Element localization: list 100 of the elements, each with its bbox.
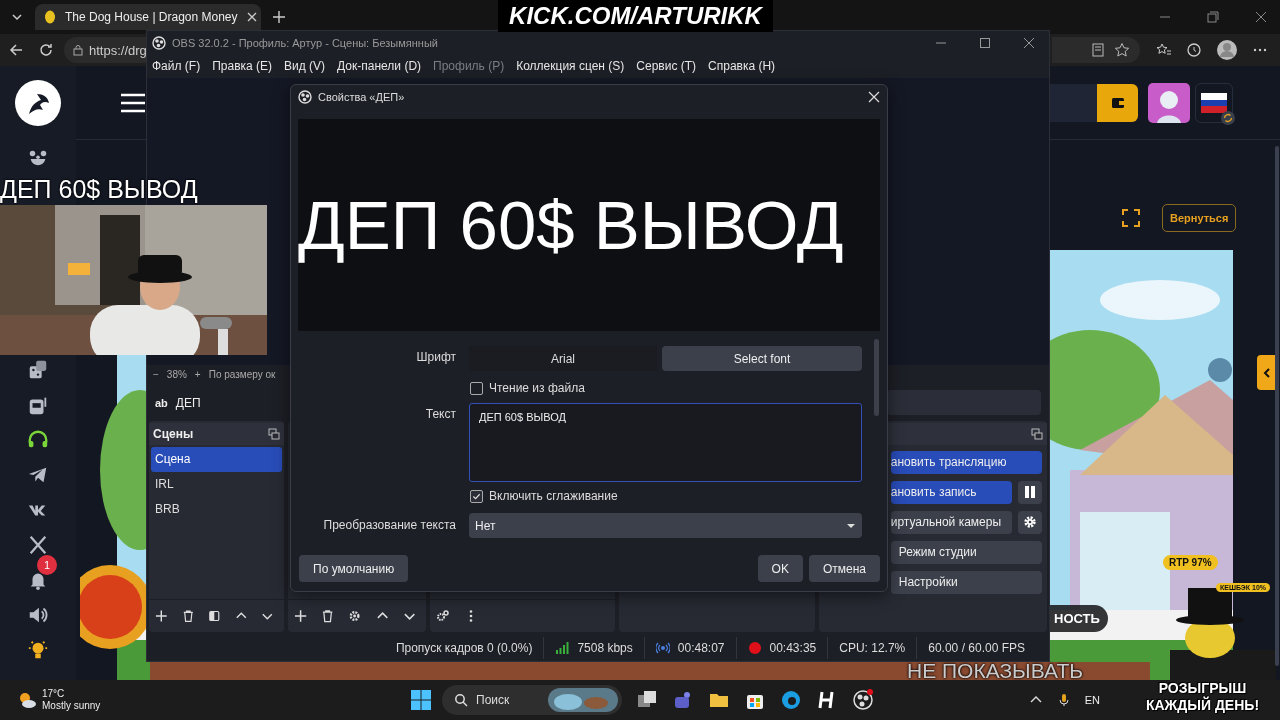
transform-dropdown[interactable]: Нет xyxy=(469,513,862,538)
preview-text: ДЕП 60$ ВЫВОД xyxy=(298,185,844,265)
zoom-out-button[interactable]: − xyxy=(153,369,159,381)
menu-icon[interactable] xyxy=(121,92,145,113)
settings-icon[interactable] xyxy=(348,608,362,623)
back-button[interactable]: Вернуться xyxy=(1162,204,1237,232)
undock-icon[interactable] xyxy=(1031,427,1043,440)
field-label: Шрифт xyxy=(415,349,456,366)
russia-flag-icon xyxy=(1201,92,1227,113)
maximize-icon[interactable] xyxy=(979,36,991,49)
checkbox[interactable] xyxy=(470,381,483,395)
profile-icon[interactable] xyxy=(1216,39,1238,61)
balance-field[interactable] xyxy=(1049,83,1097,122)
avatar-icon[interactable] xyxy=(1148,82,1190,123)
close-icon[interactable] xyxy=(245,11,258,23)
broadcast-icon xyxy=(655,641,670,656)
ok-button[interactable]: OK xyxy=(757,555,803,582)
microphone-icon[interactable] xyxy=(1056,693,1071,707)
stream-caption: ДЕП 60$ ВЫВОД xyxy=(0,175,198,204)
pause-icon xyxy=(1023,485,1037,500)
dice-icon[interactable] xyxy=(27,359,49,381)
edge-icon[interactable] xyxy=(780,689,802,711)
obs-app-icon[interactable] xyxy=(852,689,874,711)
text-source-icon: ab xyxy=(155,396,168,409)
menu-item[interactable]: Файл (F) xyxy=(152,59,201,73)
menu-item[interactable]: Правка (E) xyxy=(212,59,273,73)
favorites-icon[interactable] xyxy=(1156,42,1172,58)
control-button[interactable]: ановить трансляцию xyxy=(890,450,1042,474)
address-field[interactable]: https://drg xyxy=(64,37,146,63)
star-icon[interactable] xyxy=(1114,42,1130,58)
dragon-logo-icon[interactable] xyxy=(15,80,61,126)
channel-banner: KICK.COM/ARTURIKK xyxy=(498,0,773,32)
fps-reading: 60.00 / 60.00 FPS xyxy=(928,641,1025,656)
back-icon[interactable] xyxy=(8,42,24,58)
restore-icon[interactable] xyxy=(1206,10,1220,24)
control-button[interactable]: Настройки xyxy=(890,570,1042,594)
control-button[interactable]: ановить запись xyxy=(890,480,1012,504)
language-button[interactable] xyxy=(1195,82,1233,123)
fit-dropdown[interactable]: По размеру ок xyxy=(208,369,276,381)
menu-item[interactable]: Вид (V) xyxy=(284,59,326,73)
close-icon[interactable] xyxy=(1254,10,1268,24)
close-icon[interactable] xyxy=(1023,36,1035,49)
scene-item[interactable]: IRL xyxy=(151,471,282,497)
stream-time: 00:48:07 xyxy=(677,641,725,656)
trash-icon[interactable] xyxy=(181,608,195,623)
menu-item[interactable]: Сервис (T) xyxy=(636,59,697,73)
cpu-usage: CPU: 12.7% xyxy=(839,641,906,656)
dialog-title: Свойства «ДЕП» xyxy=(318,91,405,103)
dropdown-field[interactable] xyxy=(887,390,1041,416)
add-icon[interactable] xyxy=(294,608,308,623)
wallet-button[interactable] xyxy=(1097,83,1138,122)
checkbox[interactable] xyxy=(470,489,483,503)
add-icon[interactable] xyxy=(155,608,168,623)
panel-title: Сцены xyxy=(153,426,195,441)
menu-item[interactable]: Коллекция сцен (S) xyxy=(516,59,625,73)
control-button[interactable]: Режим студии xyxy=(890,540,1042,564)
text-input-field[interactable]: ДЕП 60$ ВЫВОД xyxy=(469,403,862,482)
gears-icon[interactable] xyxy=(436,608,450,623)
lightbulb-icon[interactable] xyxy=(27,639,49,661)
new-tab-icon[interactable] xyxy=(271,9,287,25)
zoom-in-button[interactable]: + xyxy=(194,369,201,381)
search-icon xyxy=(454,693,468,707)
trash-icon[interactable] xyxy=(321,608,335,623)
record-icon xyxy=(747,641,762,656)
fullscreen-icon[interactable] xyxy=(1122,209,1140,227)
address-field-end[interactable] xyxy=(1052,37,1140,63)
reader-icon[interactable] xyxy=(1090,42,1106,58)
field-label: Преобразование текста xyxy=(322,517,456,534)
language-indicator[interactable]: EN xyxy=(1084,694,1100,706)
control-button[interactable]: иртуальной камеры xyxy=(890,510,1012,534)
rtp-badge: RTP 97% xyxy=(1163,555,1218,570)
menu-item[interactable]: Док-панели (D) xyxy=(337,59,422,73)
url-text: https://drg xyxy=(89,42,147,58)
menu-item[interactable]: Справка (H) xyxy=(708,59,776,73)
field-label: Текст xyxy=(424,406,456,423)
windows-icon[interactable] xyxy=(410,689,432,711)
promo-text: КАЖДЫЙ ДЕНЬ! xyxy=(1145,697,1260,714)
stream-caption: НЕ ПОКАЗЫВАТЬ xyxy=(907,662,1083,680)
reload-icon[interactable] xyxy=(38,42,54,58)
promo-text: РОЗЫГРЫШ xyxy=(1158,680,1247,696)
scene-item[interactable]: BRB xyxy=(151,496,282,522)
checkbox-label: Чтение из файла xyxy=(489,381,585,395)
coin-icon xyxy=(43,10,57,24)
history-icon[interactable] xyxy=(1186,42,1202,58)
weather-text: Mostly sunny xyxy=(42,700,101,712)
defaults-button[interactable]: По умолчанию xyxy=(299,555,409,582)
pause-button[interactable] xyxy=(1018,480,1042,504)
undock-icon[interactable] xyxy=(268,427,280,440)
check-icon xyxy=(472,491,481,501)
settings-button[interactable] xyxy=(1018,510,1042,534)
cancel-button[interactable]: Отмена xyxy=(808,555,880,582)
scene-item[interactable]: Сцена xyxy=(151,446,282,472)
select-font-button[interactable]: Select font xyxy=(662,346,862,371)
filter-icon[interactable] xyxy=(208,608,221,623)
browser-tab[interactable]: The Dog House | Dragon Money xyxy=(35,4,261,30)
notification-badge: 1 xyxy=(37,555,57,575)
x-icon[interactable] xyxy=(27,534,49,556)
dropdown-value: Нет xyxy=(475,518,496,533)
scrollbar[interactable] xyxy=(874,339,879,416)
source-name: ДЕП xyxy=(175,395,201,410)
